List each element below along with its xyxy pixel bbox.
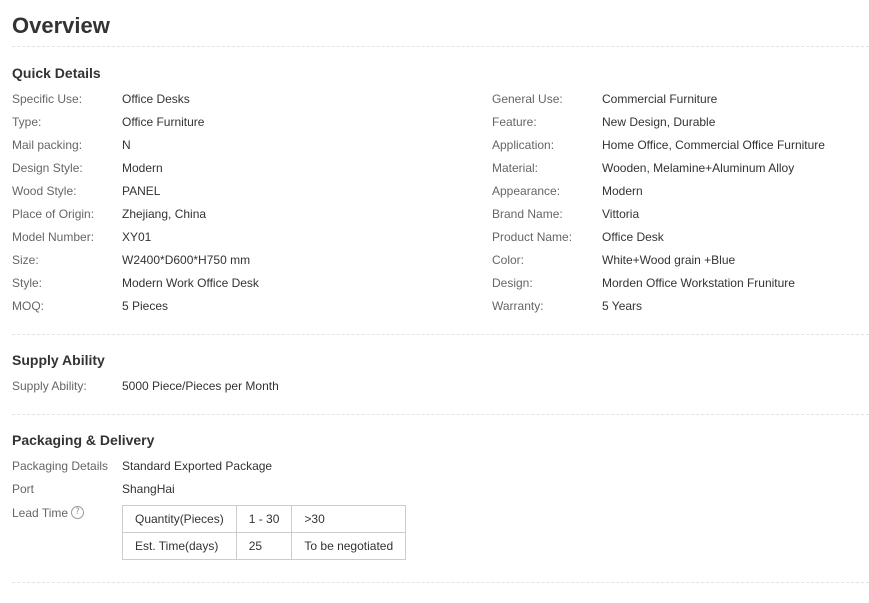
detail-value: XY01 (122, 230, 152, 244)
detail-label: Product Name: (492, 230, 573, 244)
detail-value: ShangHai (122, 482, 175, 496)
detail-label: General Use: (492, 92, 563, 106)
detail-value: Commercial Furniture (602, 92, 718, 106)
lead-time-label: Lead Time (12, 506, 69, 520)
detail-value: Vittoria (602, 207, 640, 221)
detail-label: Design Style: (12, 161, 83, 175)
detail-label: Model Number: (12, 230, 95, 244)
table-cell: To be negotiated (291, 532, 407, 560)
help-icon[interactable]: ? (71, 506, 85, 520)
detail-label: Color: (492, 253, 525, 267)
divider (12, 46, 869, 47)
table-cell: >30 (291, 505, 407, 533)
detail-value: Morden Office Workstation Fruniture (602, 276, 795, 290)
detail-value: 5000 Piece/Pieces per Month (122, 379, 279, 393)
detail-label: Lead Time? (12, 504, 85, 522)
detail-label: Size: (12, 253, 39, 267)
detail-value: Office Desk (602, 230, 664, 244)
section-title-quick-details: Quick Details (12, 65, 101, 81)
divider (12, 414, 869, 415)
detail-label: Feature: (492, 115, 537, 129)
detail-label: Specific Use: (12, 92, 83, 106)
detail-label: Style: (12, 276, 43, 290)
detail-label: Wood Style: (12, 184, 77, 198)
detail-value: N (122, 138, 131, 152)
detail-value: 5 Pieces (122, 299, 169, 313)
detail-value: Home Office, Commercial Office Furniture (602, 138, 825, 152)
detail-value: New Design, Durable (602, 115, 716, 129)
detail-label: Packaging Details (12, 459, 109, 473)
detail-value: 5 Years (602, 299, 643, 313)
detail-label: Port (12, 482, 35, 496)
detail-label: MOQ: (12, 299, 44, 313)
detail-label: Brand Name: (492, 207, 563, 221)
table-row: Est. Time(days) 25 To be negotiated (122, 532, 407, 560)
table-cell: 1 - 30 (235, 505, 293, 533)
detail-value: W2400*D600*H750 mm (122, 253, 251, 267)
divider (12, 334, 869, 335)
detail-label: Application: (492, 138, 555, 152)
detail-value: Modern (122, 161, 163, 175)
table-cell: Quantity(Pieces) (122, 505, 237, 533)
table-row: Quantity(Pieces) 1 - 30 >30 (122, 505, 407, 533)
detail-label: Supply Ability: (12, 379, 87, 393)
detail-label: Material: (492, 161, 539, 175)
section-title-supply-ability: Supply Ability (12, 352, 105, 368)
detail-label: Appearance: (492, 184, 561, 198)
detail-value: Office Desks (122, 92, 190, 106)
detail-value: White+Wood grain +Blue (602, 253, 736, 267)
detail-value: PANEL (122, 184, 161, 198)
page-title: Overview (12, 13, 110, 38)
table-cell: 25 (235, 532, 293, 560)
lead-time-table: Quantity(Pieces) 1 - 30 >30 Est. Time(da… (122, 505, 407, 560)
detail-label: Design: (492, 276, 533, 290)
detail-value: Standard Exported Package (122, 459, 273, 473)
detail-label: Place of Origin: (12, 207, 95, 221)
table-cell: Est. Time(days) (122, 532, 237, 560)
section-title-packaging-delivery: Packaging & Delivery (12, 432, 155, 448)
divider (12, 582, 869, 583)
detail-value: Modern (602, 184, 643, 198)
detail-label: Warranty: (492, 299, 544, 313)
detail-value: Zhejiang, China (122, 207, 207, 221)
detail-value: Wooden, Melamine+Aluminum Alloy (602, 161, 795, 175)
detail-value: Modern Work Office Desk (122, 276, 259, 290)
detail-value: Office Furniture (122, 115, 205, 129)
detail-label: Type: (12, 115, 42, 129)
detail-label: Mail packing: (12, 138, 83, 152)
